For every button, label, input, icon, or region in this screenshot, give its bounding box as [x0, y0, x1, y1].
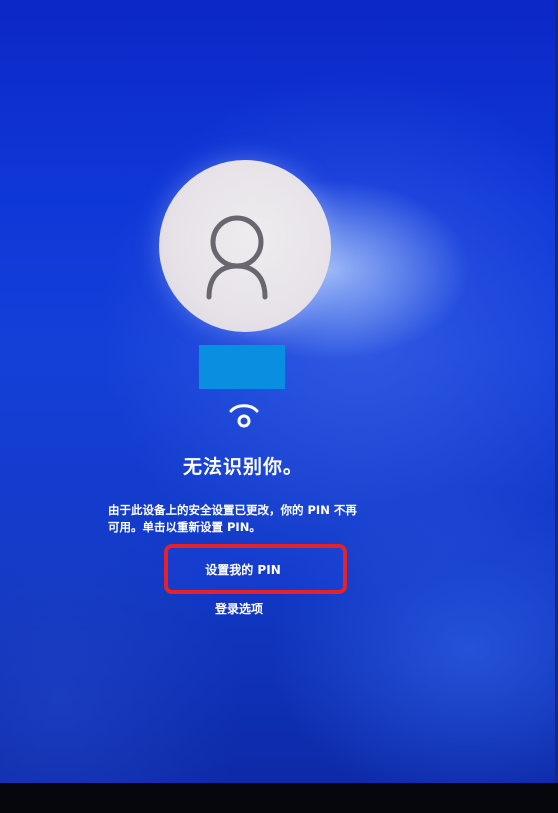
- pin-unavailable-message: 由于此设备上的安全设置已更改，你的 PIN 不再 可用。单击以重新设置 PIN。: [108, 502, 383, 536]
- sign-in-options-link[interactable]: 登录选项: [160, 600, 318, 617]
- message-line-1: 由于此设备上的安全设置已更改，你的 PIN 不再: [108, 503, 357, 517]
- windows-hello-face-icon: [226, 402, 262, 430]
- recognition-failed-heading: 无法识别你。: [182, 456, 303, 478]
- user-avatar: [159, 160, 331, 332]
- lock-screen: 无法识别你。 由于此设备上的安全设置已更改，你的 PIN 不再 可用。单击以重新…: [0, 0, 558, 783]
- message-line-2: 可用。单击以重新设置 PIN。: [108, 520, 261, 534]
- set-my-pin-button[interactable]: 设置我的 PIN: [164, 544, 347, 594]
- monitor-bezel: [0, 783, 558, 813]
- user-avatar-icon: [206, 215, 268, 300]
- username-redacted-block: [199, 345, 285, 389]
- set-my-pin-label: 设置我的 PIN: [205, 563, 281, 577]
